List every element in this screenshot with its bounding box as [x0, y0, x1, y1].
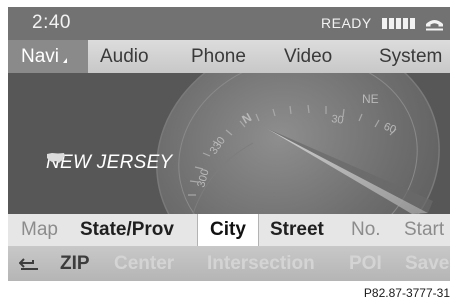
main-menu: Navi Audio Phone Video System — [8, 40, 450, 73]
menu-phone[interactable]: Phone — [191, 40, 246, 73]
map-area: NE 30 60 N 330 300 NEW JERSEY — [8, 73, 450, 214]
phone-handset-icon — [426, 20, 443, 31]
tab-house-number[interactable]: No. — [351, 214, 381, 246]
navigation-screen: 2:40 READY Navi Audio Phone Video System — [8, 7, 450, 281]
menu-video[interactable]: Video — [284, 40, 332, 73]
intersection-button[interactable]: Intersection — [207, 246, 315, 281]
tab-street[interactable]: Street — [270, 214, 324, 246]
figure-code: P82.87-3777-31 — [363, 286, 450, 300]
svg-text:30: 30 — [331, 113, 345, 127]
bottom-options-bar: ZIP Center Intersection POI Save — [8, 246, 450, 281]
tab-map[interactable]: Map — [21, 214, 58, 246]
tab-city[interactable]: City — [197, 214, 259, 246]
tab-state-prov[interactable]: State/Prov — [80, 214, 174, 246]
address-tabs: Map State/Prov City Street No. Start — [8, 214, 450, 246]
zip-button[interactable]: ZIP — [60, 246, 90, 281]
us-map-icon — [47, 153, 65, 163]
menu-audio[interactable]: Audio — [100, 40, 149, 73]
submenu-caret-icon — [63, 58, 68, 63]
signal-strength-icon — [382, 18, 415, 29]
save-button[interactable]: Save — [405, 246, 449, 281]
compass-graphic: NE 30 60 N 330 300 — [156, 73, 440, 214]
tab-start[interactable]: Start — [404, 214, 444, 246]
clock: 2:40 — [32, 12, 71, 33]
status-bar: 2:40 READY — [8, 7, 450, 40]
back-arrow-icon[interactable] — [19, 246, 43, 281]
menu-system[interactable]: System — [379, 40, 442, 73]
ready-status: READY — [321, 15, 372, 31]
state-display: NEW JERSEY — [46, 152, 173, 174]
menu-navi[interactable]: Navi — [8, 40, 88, 73]
poi-button[interactable]: POI — [349, 246, 382, 281]
menu-navi-label: Navi — [21, 46, 60, 67]
center-button[interactable]: Center — [114, 246, 174, 281]
svg-text:NE: NE — [362, 92, 379, 106]
